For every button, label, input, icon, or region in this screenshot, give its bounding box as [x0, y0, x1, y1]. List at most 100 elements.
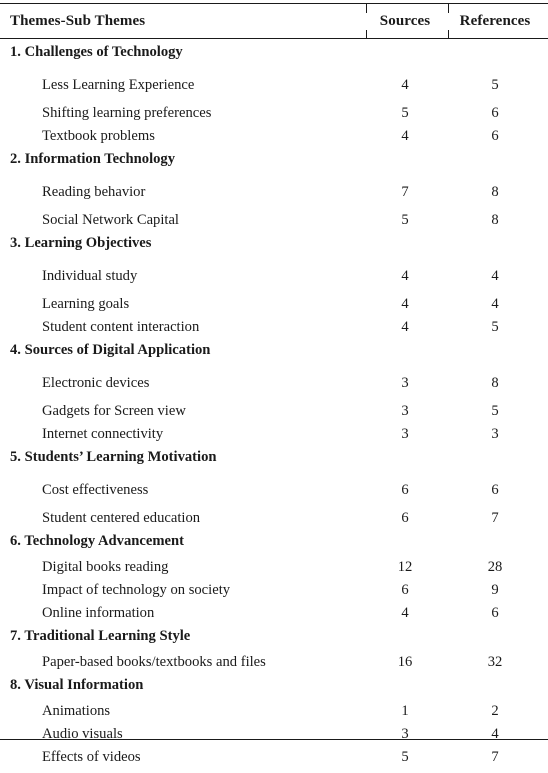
- sub-theme-row: Textbook problems 4 6: [0, 129, 548, 152]
- sub-theme-row: Effects of videos 5 7: [0, 750, 548, 773]
- sub-theme-label: Internet connectivity: [42, 426, 164, 442]
- references-value: 4: [491, 268, 499, 284]
- sources-value: 4: [401, 128, 409, 144]
- table-body: 1. Challenges of Technology Less Learning…: [0, 38, 548, 773]
- sub-theme-row: Student content interaction 4 5: [0, 320, 548, 343]
- sources-value: 1: [401, 703, 409, 719]
- references-value: 6: [491, 605, 499, 621]
- sources-value: 16: [397, 654, 413, 670]
- column-header-sources: Sources: [379, 12, 431, 29]
- sub-theme-label: Effects of videos: [42, 749, 141, 765]
- theme-row: 7. Traditional Learning Style: [0, 629, 548, 655]
- sub-theme-label: Online information: [42, 605, 155, 621]
- sources-value: 5: [401, 105, 409, 121]
- sub-theme-row: Individual study 4 4: [0, 269, 548, 297]
- sub-theme-label: Digital books reading: [42, 559, 169, 575]
- sub-theme-row: Online information 4 6: [0, 606, 548, 629]
- references-value: 5: [491, 319, 499, 335]
- table-header-row: Themes-Sub Themes Sources References: [0, 4, 548, 38]
- sub-theme-label: Less Learning Experience: [42, 77, 195, 93]
- theme-row: 1. Challenges of Technology: [0, 45, 548, 78]
- references-value: 3: [491, 426, 499, 442]
- theme-label: 4. Sources of Digital Application: [10, 342, 211, 358]
- sub-theme-label: Impact of technology on society: [42, 582, 231, 598]
- sources-value: 7: [401, 184, 409, 200]
- theme-label: 7. Traditional Learning Style: [10, 628, 191, 644]
- sub-theme-label: Gadgets for Screen view: [42, 403, 186, 419]
- sub-theme-row: Less Learning Experience 4 5: [0, 78, 548, 106]
- references-value: 7: [491, 510, 499, 526]
- references-value: 8: [491, 184, 499, 200]
- references-value: 4: [491, 296, 499, 312]
- sources-value: 4: [401, 77, 409, 93]
- references-value: 6: [491, 128, 499, 144]
- references-value: [448, 45, 548, 78]
- sources-value: [366, 152, 448, 185]
- theme-label: 1. Challenges of Technology: [10, 44, 183, 60]
- theme-label: 6. Technology Advancement: [10, 533, 184, 549]
- sources-value: 4: [401, 319, 409, 335]
- sources-value: 6: [401, 582, 409, 598]
- sources-value: [366, 450, 448, 483]
- references-value: 8: [491, 212, 499, 228]
- sub-theme-row: Animations 1 2: [0, 704, 548, 727]
- sources-value: 5: [401, 749, 409, 765]
- references-value: 9: [491, 582, 499, 598]
- references-value: [448, 152, 548, 185]
- sub-theme-label: Student content interaction: [42, 319, 200, 335]
- sub-theme-label: Paper-based books/textbooks and files: [42, 654, 266, 670]
- sub-theme-label: Learning goals: [42, 296, 130, 312]
- references-value: [448, 629, 548, 655]
- references-value: [448, 236, 548, 269]
- references-value: 6: [491, 482, 499, 498]
- sub-theme-row: Cost effectiveness 6 6: [0, 483, 548, 511]
- sub-theme-label: Textbook problems: [42, 128, 155, 144]
- theme-row: 3. Learning Objectives: [0, 236, 548, 269]
- references-value: 2: [491, 703, 499, 719]
- references-value: 5: [491, 77, 499, 93]
- sub-theme-label: Social Network Capital: [42, 212, 179, 228]
- references-value: [448, 534, 548, 560]
- sub-theme-row: Student centered education 6 7: [0, 511, 548, 534]
- theme-row: 8. Visual Information: [0, 678, 548, 704]
- sources-value: 4: [401, 268, 409, 284]
- references-value: 6: [491, 105, 499, 121]
- theme-row: 5. Students’ Learning Motivation: [0, 450, 548, 483]
- sources-value: [366, 45, 448, 78]
- sub-theme-label: Individual study: [42, 268, 138, 284]
- sub-theme-row: Paper-based books/textbooks and files 16 3…: [0, 655, 548, 678]
- sources-value: 6: [401, 482, 409, 498]
- sub-theme-label: Audio visuals: [42, 726, 123, 742]
- sub-theme-row: Internet connectivity 3 3: [0, 427, 548, 450]
- references-value: [448, 678, 548, 704]
- table-sheet: Themes-Sub Themes Sources References 1. …: [0, 0, 548, 764]
- sub-theme-row: Gadgets for Screen view 3 5: [0, 404, 548, 427]
- column-header-references: References: [459, 12, 531, 29]
- sources-value: [366, 534, 448, 560]
- sub-theme-label: Electronic devices: [42, 375, 150, 391]
- sources-value: 3: [401, 375, 409, 391]
- sources-value: 3: [401, 403, 409, 419]
- theme-label: 8. Visual Information: [10, 677, 144, 693]
- sub-theme-row: Audio visuals 3 4: [0, 727, 548, 750]
- theme-row: 6. Technology Advancement: [0, 534, 548, 560]
- theme-row: 4. Sources of Digital Application: [0, 343, 548, 376]
- theme-label: 3. Learning Objectives: [10, 235, 152, 251]
- sources-value: [366, 678, 448, 704]
- references-value: 4: [491, 726, 499, 742]
- sub-theme-row: Digital books reading 12 28: [0, 560, 548, 583]
- sub-theme-label: Shifting learning preferences: [42, 105, 212, 121]
- references-value: [448, 343, 548, 376]
- sub-theme-label: Cost effectiveness: [42, 482, 149, 498]
- references-value: [448, 450, 548, 483]
- sources-value: 12: [397, 559, 413, 575]
- sources-value: 4: [401, 605, 409, 621]
- sources-value: [366, 236, 448, 269]
- sources-value: 3: [401, 426, 409, 442]
- sources-value: [366, 629, 448, 655]
- sources-value: 4: [401, 296, 409, 312]
- sub-theme-row: Social Network Capital 5 8: [0, 213, 548, 236]
- sources-value: 6: [401, 510, 409, 526]
- sub-theme-label: Student centered education: [42, 510, 201, 526]
- references-value: 8: [491, 375, 499, 391]
